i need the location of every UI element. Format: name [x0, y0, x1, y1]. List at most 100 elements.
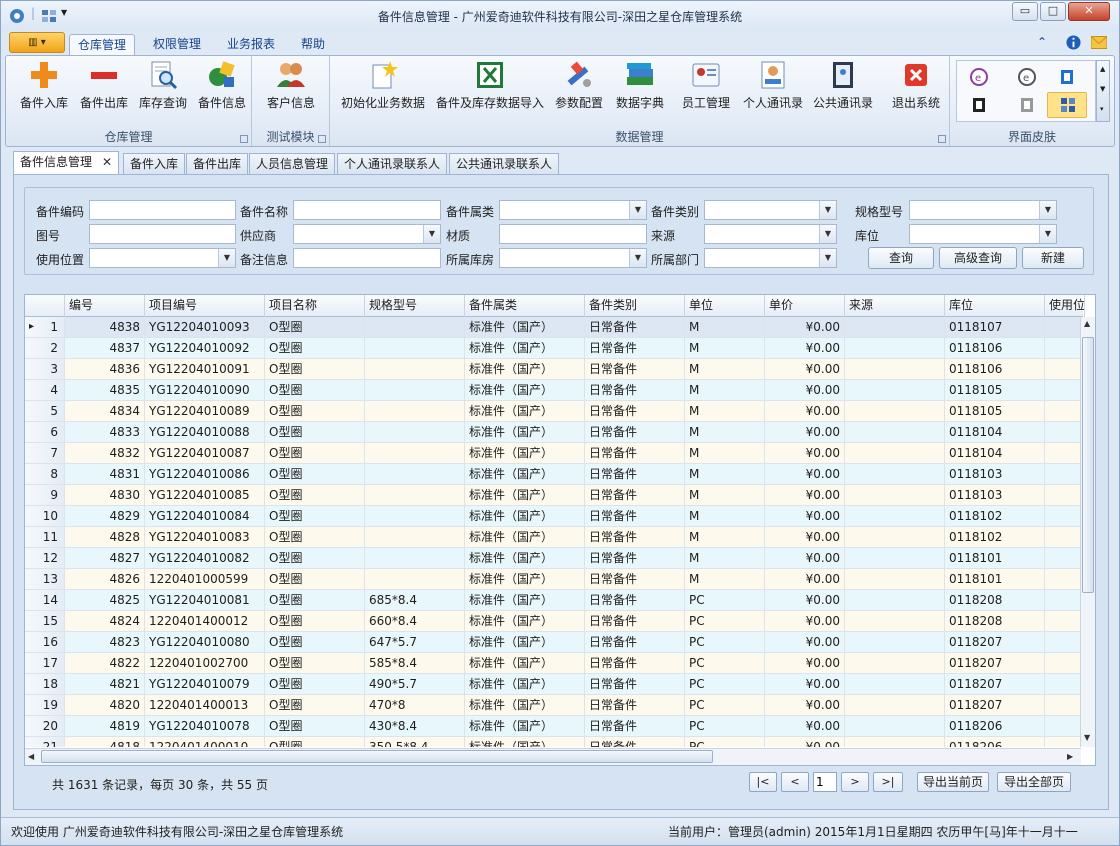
table-cell[interactable]: M [685, 443, 765, 464]
table-cell[interactable] [1045, 653, 1081, 674]
table-cell[interactable] [1045, 611, 1081, 632]
table-cell[interactable] [845, 569, 945, 590]
table-cell[interactable] [1045, 380, 1081, 401]
last-page-button[interactable]: >| [873, 772, 903, 792]
table-cell[interactable]: 日常备件 [585, 317, 685, 338]
table-cell[interactable]: ¥0.00 [765, 674, 845, 695]
table-cell[interactable]: 日常备件 [585, 359, 685, 380]
column-header[interactable]: 规格型号 [365, 295, 465, 317]
table-cell[interactable]: 4830 [65, 485, 145, 506]
table-cell[interactable]: ¥0.00 [765, 611, 845, 632]
table-cell[interactable] [1045, 359, 1081, 380]
table-cell[interactable]: ¥0.00 [765, 485, 845, 506]
table-cell[interactable] [1045, 338, 1081, 359]
table-cell[interactable]: M [685, 401, 765, 422]
row-number[interactable]: 15 [25, 611, 65, 632]
table-cell[interactable]: O型圈 [265, 653, 365, 674]
table-cell[interactable]: 标准件（国产） [465, 590, 585, 611]
dropdown-arrow-icon[interactable]: ▼ [1039, 225, 1056, 243]
table-row[interactable]: 8 4831 YG12204010086 O型圈 标准件（国产） 日常备件 M ¥0.00 01… [25, 464, 1081, 485]
table-cell[interactable] [1045, 716, 1081, 737]
table-cell[interactable]: 0118207 [945, 653, 1045, 674]
table-cell[interactable]: YG12204010080 [145, 632, 265, 653]
table-cell[interactable]: O型圈 [265, 443, 365, 464]
scroll-up-icon[interactable]: ▲ [1084, 319, 1090, 328]
table-cell[interactable]: ¥0.00 [765, 338, 845, 359]
table-cell[interactable]: M [685, 485, 765, 506]
table-cell[interactable]: PC [685, 716, 765, 737]
table-cell[interactable]: ¥0.00 [765, 632, 845, 653]
table-row[interactable]: 21 4818 1220401400010 O型圈 350.5*8.4 标准件（国产） 日常… [25, 737, 1081, 747]
gallery-expand-icon[interactable]: ▾ [1100, 105, 1104, 113]
table-row[interactable]: 2 4837 YG12204010092 O型圈 标准件（国产） 日常备件 M ¥0.00 01… [25, 338, 1081, 359]
table-cell[interactable]: 0118106 [945, 359, 1045, 380]
skin-office-purple-icon[interactable]: e [969, 67, 989, 87]
table-cell[interactable]: 4821 [65, 674, 145, 695]
table-cell[interactable]: 标准件（国产） [465, 359, 585, 380]
department-select[interactable]: ▼ [704, 248, 837, 268]
table-cell[interactable]: 4831 [65, 464, 145, 485]
table-cell[interactable]: O型圈 [265, 611, 365, 632]
table-cell[interactable] [365, 506, 465, 527]
table-cell[interactable]: 标准件（国产） [465, 401, 585, 422]
table-cell[interactable]: 日常备件 [585, 527, 685, 548]
table-row[interactable]: 3 4836 YG12204010091 O型圈 标准件（国产） 日常备件 M ¥0.00 01… [25, 359, 1081, 380]
table-cell[interactable]: 0118105 [945, 401, 1045, 422]
dropdown-arrow-icon[interactable]: ▼ [423, 225, 440, 243]
table-cell[interactable]: 日常备件 [585, 401, 685, 422]
mail-icon[interactable] [1091, 36, 1107, 49]
table-cell[interactable]: YG12204010086 [145, 464, 265, 485]
table-cell[interactable]: YG12204010093 [145, 317, 265, 338]
table-cell[interactable]: ¥0.00 [765, 527, 845, 548]
table-cell[interactable]: O型圈 [265, 716, 365, 737]
row-number[interactable]: 9 [25, 485, 65, 506]
prev-page-button[interactable]: < [781, 772, 809, 792]
table-cell[interactable]: 660*8.4 [365, 611, 465, 632]
table-cell[interactable]: ¥0.00 [765, 317, 845, 338]
table-cell[interactable]: YG12204010089 [145, 401, 265, 422]
table-cell[interactable]: 日常备件 [585, 380, 685, 401]
table-cell[interactable] [845, 548, 945, 569]
table-cell[interactable] [845, 506, 945, 527]
row-number[interactable]: ▸ 1 [25, 317, 65, 338]
table-cell[interactable]: 4836 [65, 359, 145, 380]
table-cell[interactable]: 标准件（国产） [465, 569, 585, 590]
table-cell[interactable]: 4823 [65, 632, 145, 653]
table-cell[interactable]: 日常备件 [585, 716, 685, 737]
table-cell[interactable]: YG12204010090 [145, 380, 265, 401]
table-cell[interactable] [365, 548, 465, 569]
warehouse-select[interactable]: ▼ [499, 248, 647, 268]
table-cell[interactable]: YG12204010081 [145, 590, 265, 611]
table-cell[interactable] [845, 464, 945, 485]
table-cell[interactable]: 标准件（国产） [465, 737, 585, 747]
table-cell[interactable]: 日常备件 [585, 737, 685, 747]
table-cell[interactable] [845, 716, 945, 737]
table-row[interactable]: 12 4827 YG12204010082 O型圈 标准件（国产） 日常备件 M ¥0.00 0… [25, 548, 1081, 569]
table-cell[interactable]: 0118102 [945, 506, 1045, 527]
table-cell[interactable]: 标准件（国产） [465, 611, 585, 632]
skin-office-black-icon[interactable] [969, 95, 989, 115]
table-cell[interactable]: YG12204010078 [145, 716, 265, 737]
table-row[interactable]: 16 4823 YG12204010080 O型圈 647*5.7 标准件（国产） 日常备件… [25, 632, 1081, 653]
table-cell[interactable] [365, 359, 465, 380]
collapse-ribbon-icon[interactable]: ⌃ [1037, 35, 1047, 49]
table-cell[interactable] [365, 569, 465, 590]
table-cell[interactable]: ¥0.00 [765, 590, 845, 611]
remark-input[interactable] [293, 248, 441, 268]
table-cell[interactable] [1045, 695, 1081, 716]
table-cell[interactable]: ¥0.00 [765, 359, 845, 380]
table-cell[interactable]: 标准件（国产） [465, 716, 585, 737]
column-header[interactable]: 编号 [65, 295, 145, 317]
page-number-input[interactable] [813, 772, 837, 792]
dropdown-arrow-icon[interactable]: ▼ [1039, 201, 1056, 219]
table-cell[interactable] [1045, 590, 1081, 611]
dropdown-arrow-icon[interactable]: ▼ [629, 201, 646, 219]
table-cell[interactable]: 0118103 [945, 464, 1045, 485]
row-number[interactable]: 7 [25, 443, 65, 464]
row-number[interactable]: 21 [25, 737, 65, 747]
table-cell[interactable]: 标准件（国产） [465, 317, 585, 338]
table-cell[interactable]: 1220401400010 [145, 737, 265, 747]
table-cell[interactable]: PC [685, 674, 765, 695]
table-cell[interactable] [365, 338, 465, 359]
table-cell[interactable]: PC [685, 590, 765, 611]
